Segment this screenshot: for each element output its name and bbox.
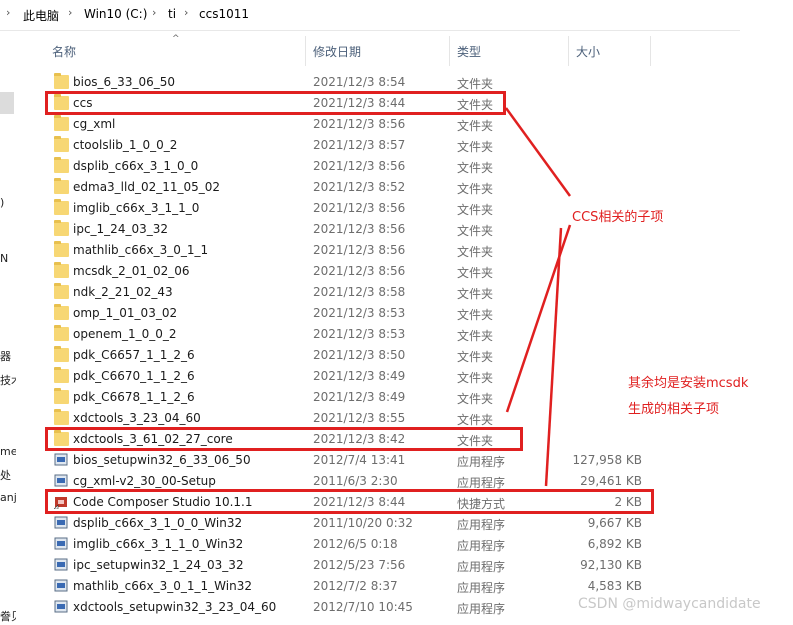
arrow-line-to-shortcut <box>544 227 563 487</box>
annotation-mcsdk-line2: 生成的相关子项 <box>628 402 720 417</box>
annotation-ccs-subitems: CCS相关的子项 <box>572 210 664 225</box>
annotation-mcsdk-line1: 其余均是安装mcsdk <box>628 376 749 391</box>
annotation-arrows <box>504 107 572 487</box>
watermark: CSDN @midwaycandidate <box>578 596 761 612</box>
arrow-line-to-ccs <box>504 107 572 197</box>
